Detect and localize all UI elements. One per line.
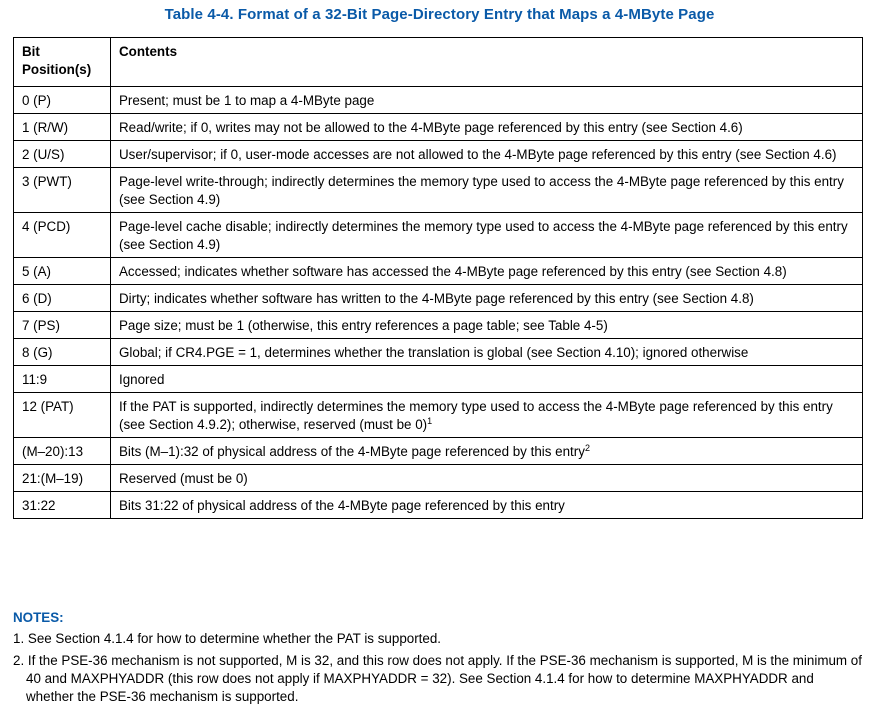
table-row: 7 (PS) Page size; must be 1 (otherwise, t… — [13, 311, 863, 339]
contents-cell: Global; if CR4.PGE = 1, determines wheth… — [110, 338, 863, 366]
note-1: 1. See Section 4.1.4 for how to determin… — [13, 631, 442, 646]
table-row: 5 (A) Accessed; indicates whether softwar… — [13, 257, 863, 285]
table-caption: Table 4-4. Format of a 32-Bit Page-Direc… — [164, 6, 715, 23]
contents-cell: Ignored — [110, 365, 863, 393]
contents-cell: Bits (M–1):32 of physical address of the… — [110, 437, 863, 465]
footnote-marker: 2 — [584, 443, 590, 453]
note-2: 2. If the PSE-36 mechanism is not suppor… — [13, 653, 862, 704]
contents-cell: Reserved (must be 0) — [110, 464, 863, 492]
table-body: 0 (P) Present; must be 1 to map a 4-MByte… — [13, 86, 863, 519]
bit-position-cell: 8 (G) — [13, 338, 111, 366]
bit-position-cell: 12 (PAT) — [13, 392, 111, 438]
footnote-marker: 1 — [427, 416, 433, 426]
bit-position-cell: 7 (PS) — [13, 311, 111, 339]
contents-cell: Page-level write-through; indirectly det… — [110, 167, 863, 213]
header-bit-position: Bit Position(s) — [13, 37, 111, 87]
bit-position-cell: 3 (PWT) — [13, 167, 111, 213]
bit-position-cell: 21:(M–19) — [13, 464, 111, 492]
contents-cell: Dirty; indicates whether software has wr… — [110, 284, 863, 312]
contents-text: Dirty; indicates whether software has wr… — [119, 291, 754, 306]
contents-text: Read/write; if 0, writes may not be allo… — [119, 120, 743, 135]
contents-cell: Present; must be 1 to map a 4-MByte page — [110, 86, 863, 114]
bit-position-cell: (M–20):13 — [13, 437, 111, 465]
table-row: 8 (G) Global; if CR4.PGE = 1, determines … — [13, 338, 863, 366]
contents-text: Accessed; indicates whether software has… — [119, 264, 787, 279]
contents-text: Ignored — [119, 372, 165, 387]
contents-cell: Bits 31:22 of physical address of the 4-… — [110, 491, 863, 519]
contents-text: Global; if CR4.PGE = 1, determines wheth… — [119, 345, 749, 360]
bit-position-cell: 11:9 — [13, 365, 111, 393]
table-row: 1 (R/W) Read/write; if 0, writes may not … — [13, 113, 863, 141]
contents-cell: If the PAT is supported, indirectly dete… — [110, 392, 863, 438]
bit-position-cell: 0 (P) — [13, 86, 111, 114]
table-row: 12 (PAT) If the PAT is supported, indirec… — [13, 392, 863, 438]
contents-text: Present; must be 1 to map a 4-MByte page — [119, 93, 375, 108]
table-row: 21:(M–19) Reserved (must be 0) — [13, 464, 863, 492]
bit-position-cell: 2 (U/S) — [13, 140, 111, 168]
contents-text: Page-level cache disable; indirectly det… — [119, 219, 848, 252]
contents-cell: Page-level cache disable; indirectly det… — [110, 212, 863, 258]
table-row: 4 (PCD) Page-level cache disable; indirec… — [13, 212, 863, 258]
bit-position-cell: 4 (PCD) — [13, 212, 111, 258]
table-row: 6 (D) Dirty; indicates whether software h… — [13, 284, 863, 312]
table-row: 31:22 Bits 31:22 of physical address of t… — [13, 491, 863, 519]
table-header-row: Bit Position(s) Contents — [13, 37, 863, 87]
contents-cell: User/supervisor; if 0, user-mode accesse… — [110, 140, 863, 168]
bit-position-cell: 31:22 — [13, 491, 111, 519]
bit-position-cell: 6 (D) — [13, 284, 111, 312]
contents-text: If the PAT is supported, indirectly dete… — [119, 399, 833, 432]
table-row: 3 (PWT) Page-level write-through; indirec… — [13, 167, 863, 213]
table-row: (M–20):13 Bits (M–1):32 of physical addre… — [13, 437, 863, 465]
page-directory-entry-table: Bit Position(s) Contents 0 (P) Present; m… — [13, 37, 863, 519]
contents-text: User/supervisor; if 0, user-mode accesse… — [119, 147, 837, 162]
contents-text: Reserved (must be 0) — [119, 471, 248, 486]
bit-position-cell: 1 (R/W) — [13, 113, 111, 141]
contents-text: Page-level write-through; indirectly det… — [119, 174, 844, 207]
notes-title: NOTES: — [13, 610, 64, 625]
bit-position-cell: 5 (A) — [13, 257, 111, 285]
contents-text: Page size; must be 1 (otherwise, this en… — [119, 318, 608, 333]
notes-section: NOTES: 1. See Section 4.1.4 for how to d… — [13, 609, 863, 710]
contents-cell: Read/write; if 0, writes may not be allo… — [110, 113, 863, 141]
table-row: 0 (P) Present; must be 1 to map a 4-MByte… — [13, 86, 863, 114]
contents-text: Bits 31:22 of physical address of the 4-… — [119, 498, 565, 513]
contents-cell: Page size; must be 1 (otherwise, this en… — [110, 311, 863, 339]
contents-text: Bits (M–1):32 of physical address of the… — [119, 444, 585, 459]
contents-cell: Accessed; indicates whether software has… — [110, 257, 863, 285]
header-contents: Contents — [110, 37, 863, 87]
table-row: 11:9 Ignored — [13, 365, 863, 393]
table-row: 2 (U/S) User/supervisor; if 0, user-mode … — [13, 140, 863, 168]
